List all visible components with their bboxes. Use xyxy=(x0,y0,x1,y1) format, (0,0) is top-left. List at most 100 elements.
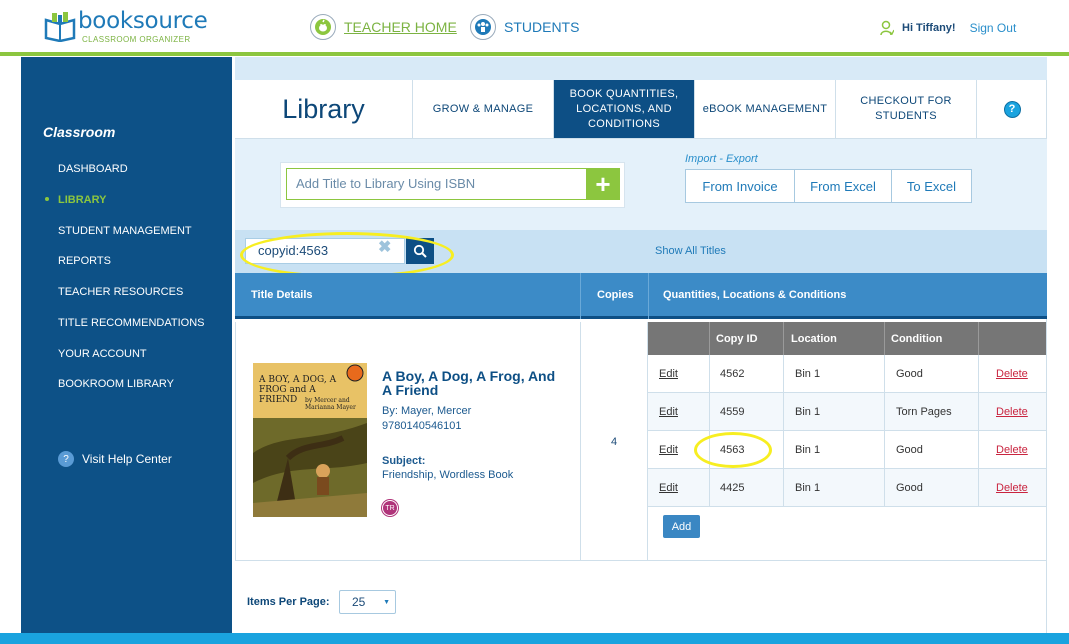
sidebar-item-student-management[interactable]: STUDENT MANAGEMENT xyxy=(58,225,192,237)
sidebar-item-your-account[interactable]: YOUR ACCOUNT xyxy=(58,348,147,360)
add-copy-button[interactable]: Add xyxy=(663,515,700,538)
delete-link[interactable]: Delete xyxy=(996,355,1028,392)
row-divider xyxy=(884,431,885,468)
help-center-label: Visit Help Center xyxy=(82,452,172,466)
help-center-link[interactable]: ? Visit Help Center xyxy=(58,451,172,467)
sidebar-item-title-recommendations[interactable]: TITLE RECOMMENDATIONS xyxy=(58,317,204,329)
copy-location: Bin 1 xyxy=(795,367,821,380)
page-title: Library xyxy=(235,80,413,138)
greeting: Hi Tiffany! xyxy=(902,22,956,34)
main-content: Library GROW & MANAGE BOOK QUANTITIES, L… xyxy=(235,57,1047,644)
user-icon xyxy=(880,20,894,36)
subject-label: Subject: xyxy=(382,455,426,467)
booksource-logo[interactable]: booksource CLASSROOM ORGANIZER xyxy=(44,8,219,46)
nav-teacher-home[interactable]: TEACHER HOME xyxy=(310,14,457,40)
edit-link[interactable]: Edit xyxy=(659,355,678,392)
delete-link[interactable]: Delete xyxy=(996,431,1028,468)
brand-tagline: CLASSROOM ORGANIZER xyxy=(82,35,191,44)
nav-teacher-home-label: TEACHER HOME xyxy=(344,19,457,35)
row-divider xyxy=(709,469,710,506)
col-divider-0 xyxy=(235,322,236,561)
subject-value: Friendship, Wordless Book xyxy=(382,469,514,481)
footer-bar xyxy=(0,633,1069,644)
book-title[interactable]: A Boy, A Dog, A Frog, And A Friend xyxy=(382,369,560,397)
row-divider xyxy=(783,431,784,468)
table-row: A BOY, A DOG, A FROG and A FRIEND by Mer… xyxy=(235,322,1047,561)
row-divider xyxy=(783,393,784,430)
help-button[interactable]: ? xyxy=(977,80,1047,138)
tab-grow-manage[interactable]: GROW & MANAGE xyxy=(413,80,554,138)
header-divider xyxy=(0,52,1069,56)
sidebar-item-dashboard[interactable]: DASHBOARD xyxy=(58,163,128,175)
book-logo-icon xyxy=(44,12,76,42)
row-divider xyxy=(884,355,885,392)
sidebar-item-reports[interactable]: REPORTS xyxy=(58,255,111,267)
delete-link[interactable]: Delete xyxy=(996,393,1028,430)
top-strip xyxy=(235,57,1047,80)
copy-location: Bin 1 xyxy=(795,443,821,456)
copies-table-header: Copy ID Location Condition xyxy=(648,322,1046,355)
add-title-button[interactable]: + xyxy=(586,168,620,200)
sidebar-title: Classroom xyxy=(43,124,116,140)
copy-row: Edit 4559 Bin 1 Torn Pages Delete xyxy=(648,393,1046,431)
library-tabs: Library GROW & MANAGE BOOK QUANTITIES, L… xyxy=(235,80,1047,139)
copy-condition: Good xyxy=(896,367,923,380)
book-cover[interactable]: A BOY, A DOG, A FROG and A FRIEND by Mer… xyxy=(253,363,367,517)
copy-condition: Torn Pages xyxy=(896,405,952,418)
copy-id: 4562 xyxy=(720,367,745,380)
tab-book-quantities[interactable]: BOOK QUANTITIES, LOCATIONS, AND CONDITIO… xyxy=(554,80,695,138)
nav-students-label: STUDENTS xyxy=(504,19,580,35)
edit-link[interactable]: Edit xyxy=(659,431,678,468)
copy-row: Edit 4425 Bin 1 Good Delete xyxy=(648,469,1046,507)
row-divider xyxy=(783,469,784,506)
edit-link[interactable]: Edit xyxy=(659,393,678,430)
copies-table: Copy ID Location Condition Edit 4562 Bin… xyxy=(648,322,1046,553)
row-divider xyxy=(884,469,885,506)
copy-row: Edit 4562 Bin 1 Good Delete xyxy=(648,355,1046,393)
sidebar-item-library[interactable]: LIBRARY xyxy=(58,194,106,206)
show-all-titles-link[interactable]: Show All Titles xyxy=(655,245,726,257)
col-location: Location xyxy=(791,332,837,345)
copies-count: 4 xyxy=(610,436,618,448)
edit-link[interactable]: Edit xyxy=(659,469,678,506)
row-divider xyxy=(709,393,710,430)
import-export-group: From Invoice From Excel To Excel xyxy=(685,169,972,203)
qh-divider-1 xyxy=(709,322,710,355)
copy-id: 4425 xyxy=(720,481,745,494)
header-divider-1 xyxy=(580,273,581,319)
copy-condition: Good xyxy=(896,481,923,494)
isbn-box: Add Title to Library Using ISBN + xyxy=(280,162,625,208)
row-divider xyxy=(884,393,885,430)
teacher-recommended-badge: TR xyxy=(382,500,398,516)
row-divider xyxy=(709,355,710,392)
copy-location: Bin 1 xyxy=(795,405,821,418)
plus-icon: + xyxy=(595,169,611,199)
qh-divider-3 xyxy=(884,322,885,355)
nav-students[interactable]: STUDENTS xyxy=(470,14,579,40)
delete-link[interactable]: Delete xyxy=(996,469,1028,506)
tools-panel: Add Title to Library Using ISBN + Import… xyxy=(235,139,1047,230)
apple-icon xyxy=(310,14,336,40)
tab-checkout-for-students[interactable]: CHECKOUT FOR STUDENTS xyxy=(836,80,977,138)
copy-condition: Good xyxy=(896,443,923,456)
sidebar-item-teacher-resources[interactable]: TEACHER RESOURCES xyxy=(58,286,183,298)
from-invoice-button[interactable]: From Invoice xyxy=(686,170,795,202)
table-header: Title Details Copies Quantities, Locatio… xyxy=(235,273,1047,319)
row-divider xyxy=(783,355,784,392)
add-row: Add xyxy=(648,507,1046,553)
import-export-label: Import - Export xyxy=(685,153,758,165)
to-excel-button[interactable]: To Excel xyxy=(892,170,971,202)
copy-location: Bin 1 xyxy=(795,481,821,494)
from-excel-button[interactable]: From Excel xyxy=(795,170,892,202)
book-author: By: Mayer, Mercer xyxy=(382,405,472,417)
tab-ebook-management[interactable]: eBOOK MANAGEMENT xyxy=(695,80,836,138)
header-title-details: Title Details xyxy=(251,289,313,301)
col-condition: Condition xyxy=(891,332,943,345)
sign-out-link[interactable]: Sign Out xyxy=(970,21,1017,35)
items-per-page-select[interactable]: 25 ▼ xyxy=(339,590,396,614)
search-highlight xyxy=(240,232,454,278)
items-per-page-label: Items Per Page: xyxy=(247,596,330,608)
qh-divider-2 xyxy=(783,322,784,355)
isbn-input[interactable]: Add Title to Library Using ISBN xyxy=(286,168,586,200)
sidebar-item-bookroom-library[interactable]: BOOKROOM LIBRARY xyxy=(58,378,174,390)
